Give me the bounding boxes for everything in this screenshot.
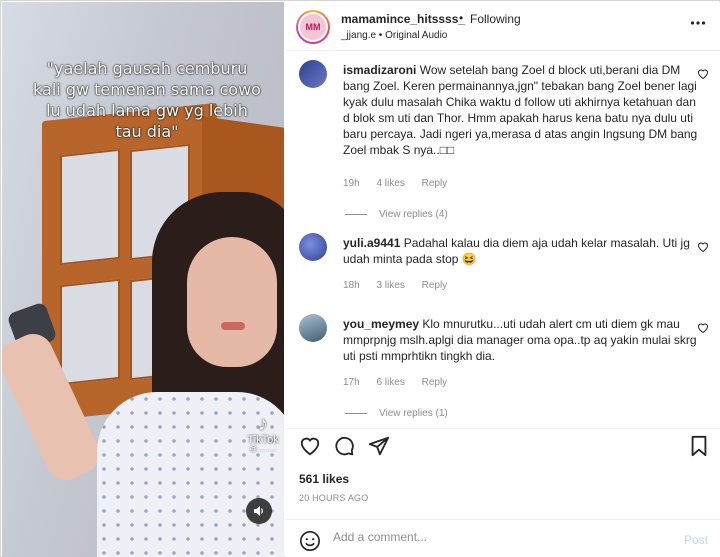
header-separator: • (459, 11, 464, 25)
comment-meta: 18h 3 likes Reply (343, 280, 461, 291)
author-username[interactable]: mamamince_hitssss_ (341, 12, 465, 26)
share-icon[interactable] (368, 435, 390, 457)
comment-age: 18h (343, 280, 360, 291)
more-options-icon[interactable] (690, 15, 706, 34)
comment-item: yuli.a9441 Padahal kalau dia diem aja ud… (299, 233, 709, 313)
comment-reply-button[interactable]: Reply (422, 280, 448, 291)
comment-body: yuli.a9441 Padahal kalau dia diem aja ud… (343, 235, 698, 267)
comment-like-icon[interactable] (697, 68, 709, 82)
comment-body: you_meymey Klo mnurutku...uti udah alert… (343, 316, 698, 364)
comment-item: ismadizaroni Wow setelah bang Zoel d blo… (299, 60, 709, 230)
bookmark-icon[interactable] (688, 435, 710, 457)
replies-line (345, 214, 367, 215)
tiktok-logo-icon: ♪ (258, 413, 268, 435)
commenter-avatar[interactable] (299, 233, 327, 261)
tiktok-watermark-handle: @.......... (249, 446, 277, 453)
tiktok-watermark-label: TikTok (247, 434, 279, 446)
comment-age: 19h (343, 178, 360, 189)
comments-list[interactable]: ismadizaroni Wow setelah bang Zoel d blo… (285, 52, 720, 427)
post-comment-button[interactable]: Post (684, 533, 708, 547)
comment-reply-button[interactable]: Reply (422, 377, 448, 388)
commenter-username[interactable]: yuli.a9441 (343, 236, 400, 250)
post-side-panel: MM mamamince_hitssss_ • Following _jjang… (285, 2, 720, 557)
avatar-ring-inner: MM (298, 12, 328, 42)
tiktok-watermark: ♪ TikTok @.......... (243, 414, 283, 453)
emoji-icon[interactable] (299, 530, 321, 555)
commenter-username[interactable]: you_meymey (343, 317, 419, 331)
likes-count[interactable]: 561 likes (299, 472, 349, 486)
view-replies-button[interactable]: View replies (1) (345, 408, 448, 419)
door-pane (60, 148, 120, 266)
post-header: MM mamamince_hitssss_ • Following _jjang… (285, 2, 720, 51)
comment-likes[interactable]: 6 likes (376, 377, 404, 388)
post-actions-bar (285, 428, 720, 464)
author-avatar[interactable]: MM (296, 10, 330, 44)
comment-text: Wow setelah bang Zoel d block uti,berani… (343, 63, 698, 157)
view-replies-button[interactable]: View replies (4) (345, 209, 448, 220)
post-window: "yaelah gausah cemburu kali gw temenan s… (0, 0, 720, 557)
comment-item: you_meymey Klo mnurutku...uti udah alert… (299, 314, 709, 424)
post-timestamp[interactable]: 20 HOURS AGO (299, 493, 368, 503)
comment-icon[interactable] (333, 435, 355, 457)
comment-like-icon[interactable] (697, 322, 709, 336)
commenter-avatar[interactable] (299, 60, 327, 88)
video-person-lips (221, 322, 245, 330)
commenter-avatar[interactable] (299, 314, 327, 342)
door-pane (60, 278, 120, 386)
comment-meta: 19h 4 likes Reply (343, 178, 461, 189)
video-caption: "yaelah gausah cemburu kali gw temenan s… (33, 59, 261, 141)
comment-like-icon[interactable] (697, 241, 709, 255)
comment-age: 17h (343, 377, 360, 388)
view-replies-label: View replies (4) (379, 209, 448, 220)
comment-meta: 17h 6 likes Reply (343, 377, 461, 388)
audio-link[interactable]: _jjang.e • Original Audio (341, 30, 447, 41)
view-replies-label: View replies (1) (379, 408, 448, 419)
avatar-image: MM (300, 14, 326, 40)
following-button[interactable]: Following (470, 12, 521, 26)
heart-icon[interactable] (299, 435, 321, 457)
comment-likes[interactable]: 4 likes (376, 178, 404, 189)
comment-reply-button[interactable]: Reply (422, 178, 448, 189)
video-player[interactable]: "yaelah gausah cemburu kali gw temenan s… (2, 2, 284, 557)
replies-line (345, 413, 367, 414)
comment-body: ismadizaroni Wow setelah bang Zoel d blo… (343, 62, 698, 158)
commenter-username[interactable]: ismadizaroni (343, 63, 416, 77)
video-person-face (187, 237, 277, 367)
speaker-icon (254, 506, 263, 516)
comment-likes[interactable]: 3 likes (376, 280, 404, 291)
add-comment-bar: Post (285, 519, 720, 557)
mute-button[interactable] (246, 498, 272, 524)
add-comment-input[interactable] (333, 530, 663, 544)
